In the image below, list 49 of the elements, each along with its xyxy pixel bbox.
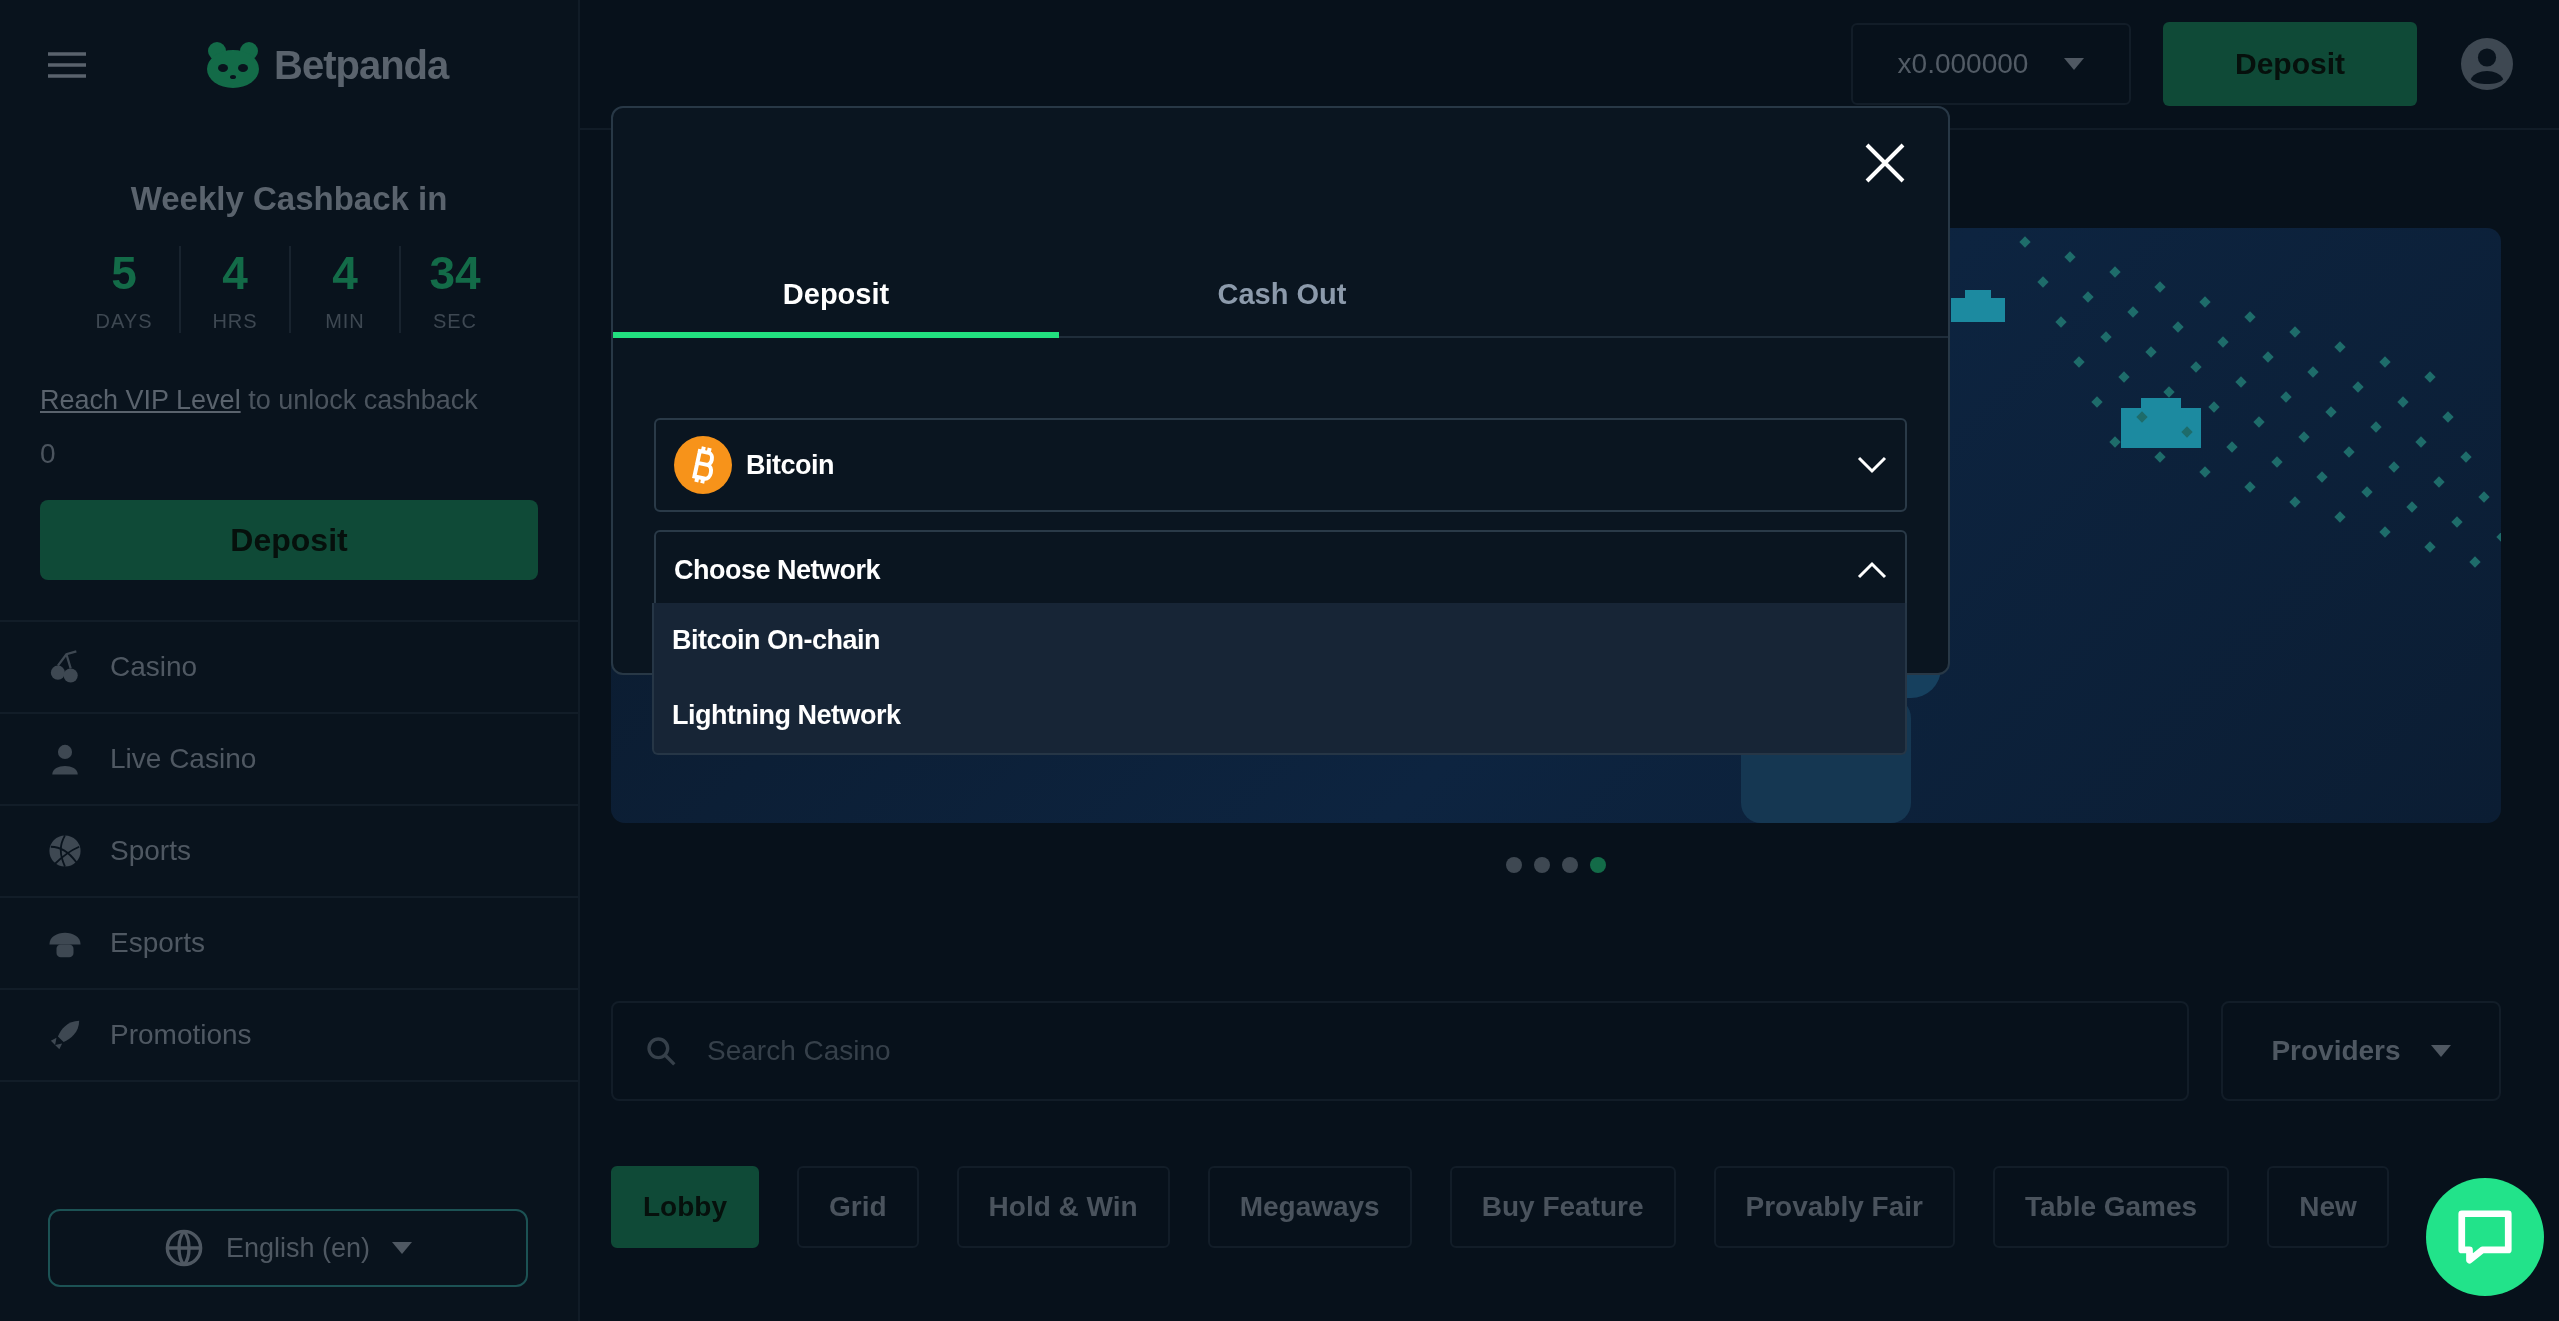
modal-tab[interactable]: Deposit xyxy=(613,268,1059,338)
caret-down-icon xyxy=(2064,58,2085,70)
category-tab[interactable]: Table Games xyxy=(1992,1166,2230,1248)
language-select[interactable]: English (en) xyxy=(48,1209,528,1287)
close-icon xyxy=(1865,143,1905,183)
volleyball-icon xyxy=(48,834,82,868)
deposit-button[interactable]: Deposit xyxy=(40,500,538,580)
category-tab[interactable]: Grid xyxy=(797,1166,919,1248)
chevron-up-icon xyxy=(1857,561,1887,579)
category-tab[interactable]: Provably Fair xyxy=(1713,1166,1955,1248)
sidebar-nav-item[interactable]: Promotions xyxy=(0,990,578,1082)
search-icon xyxy=(645,1035,677,1067)
cashback-amount: 0 xyxy=(40,438,57,470)
sidebar-nav-item[interactable]: Casino xyxy=(0,622,578,714)
panda-logo-icon xyxy=(206,42,260,88)
bitcoin-icon xyxy=(674,436,732,494)
category-tab[interactable]: New xyxy=(2267,1166,2389,1248)
cashback-title: Weekly Cashback in xyxy=(130,180,448,218)
countdown-value: 5 xyxy=(111,246,137,300)
sidebar-nav-item[interactable]: Esports xyxy=(0,898,578,990)
countdown-value: 34 xyxy=(429,246,481,300)
sidebar-nav-item[interactable]: Live Casino xyxy=(0,714,578,806)
logo-text: Betpanda xyxy=(274,42,449,88)
carousel-dot[interactable] xyxy=(1506,857,1522,873)
balance-select[interactable]: x0.000000 xyxy=(1851,23,2131,105)
modal-tab[interactable]: Cash Out xyxy=(1059,268,1505,338)
deposit-button[interactable]: Deposit xyxy=(2163,22,2417,106)
caret-down-icon xyxy=(2430,1045,2451,1057)
currency-select[interactable]: Bitcoin xyxy=(654,418,1907,512)
user-avatar-icon[interactable] xyxy=(2461,38,2513,90)
carousel-dot[interactable] xyxy=(1534,857,1550,873)
menu-icon[interactable] xyxy=(48,52,86,78)
vip-unlock-text: Reach VIP Level to unlock cashback xyxy=(40,385,479,416)
globe-icon xyxy=(163,1228,204,1268)
chevron-down-icon xyxy=(1857,456,1887,474)
rocket-icon xyxy=(48,1018,82,1052)
caret-down-icon xyxy=(392,1242,413,1254)
providers-select[interactable]: Providers xyxy=(2221,1001,2501,1101)
carousel-dot[interactable] xyxy=(1590,857,1606,873)
carousel-dot[interactable] xyxy=(1562,857,1578,873)
countdown-value: 4 xyxy=(332,246,358,300)
sidebar-nav-item[interactable]: Sports xyxy=(0,806,578,898)
category-tab[interactable]: Megaways xyxy=(1207,1166,1412,1248)
network-option[interactable]: Lightning Network xyxy=(654,678,1905,753)
category-tab[interactable]: Hold & Win xyxy=(956,1166,1170,1248)
category-tab[interactable]: Lobby xyxy=(611,1166,759,1248)
category-tab[interactable]: Buy Feature xyxy=(1449,1166,1676,1248)
countdown-value: 4 xyxy=(222,246,248,300)
vip-level-link[interactable]: Reach VIP Level xyxy=(40,385,241,415)
